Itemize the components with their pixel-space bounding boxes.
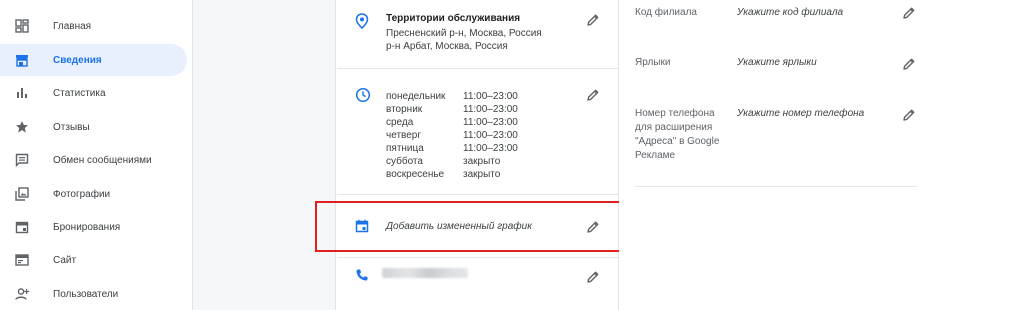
labels-label: Ярлыки — [635, 57, 671, 68]
sidebar-item-label: Главная — [53, 20, 92, 32]
hours-day: воскресенье — [386, 169, 445, 180]
sidebar-item-website[interactable]: Сайт — [0, 244, 187, 276]
sidebar-item-home[interactable]: Главная — [0, 10, 187, 42]
sidebar-item-label: Обмен сообщениями — [53, 154, 152, 166]
edit-phone-ext-button[interactable] — [902, 108, 916, 122]
sidebar-item-label: Статистика — [53, 87, 106, 99]
sidebar-item-label: Пользователи — [53, 288, 119, 300]
phone-ext-label-line: Рекламе — [635, 150, 676, 161]
sidebar: Главная Сведения Статистика Отзывы Обмен… — [0, 0, 193, 310]
hours-time: закрыто — [463, 156, 501, 167]
service-area-line: р-н Арбат, Москва, Россия — [386, 41, 508, 52]
edit-phone-button[interactable] — [586, 270, 600, 284]
hours-time: 11:00–23:00 — [463, 91, 518, 102]
edit-hours-button[interactable] — [586, 88, 600, 102]
highlight-box — [315, 201, 646, 252]
hours-day: суббота — [386, 156, 423, 167]
edit-labels-button[interactable] — [902, 57, 916, 71]
sidebar-item-reviews[interactable]: Отзывы — [0, 111, 187, 143]
branch-code-label: Код филиала — [635, 7, 697, 18]
hours-time: 11:00–23:00 — [463, 143, 518, 154]
dashboard-icon — [14, 18, 30, 34]
storefront-icon — [14, 52, 30, 68]
message-icon — [14, 152, 30, 168]
phone-icon — [355, 268, 371, 284]
service-area-title: Территории обслуживания — [386, 13, 521, 24]
hours-day: вторник — [386, 104, 423, 115]
star-icon — [14, 119, 30, 135]
phone-ext-label-line: для расширения — [635, 122, 713, 133]
location-pin-icon — [355, 13, 371, 29]
page-background — [193, 0, 335, 310]
hours-day: пятница — [386, 143, 424, 154]
photo-library-icon — [14, 186, 30, 202]
edit-service-area-button[interactable] — [586, 13, 600, 27]
phone-number-blurred — [382, 268, 468, 278]
web-icon — [14, 252, 30, 268]
sidebar-item-stats[interactable]: Статистика — [0, 77, 187, 109]
sidebar-item-label: Бронирования — [53, 221, 121, 233]
hours-day: понедельник — [386, 91, 446, 102]
calendar-icon — [14, 219, 30, 235]
divider — [337, 257, 619, 258]
sidebar-item-label: Фотографии — [53, 188, 111, 200]
phone-ext-label-line: "Адреса" в Google — [635, 136, 720, 147]
hours-day: четверг — [386, 130, 421, 141]
hours-time: 11:00–23:00 — [463, 130, 518, 141]
extra-info-panel — [619, 0, 1024, 310]
divider — [635, 186, 917, 187]
edit-branch-code-button[interactable] — [902, 6, 916, 20]
bar-chart-icon — [14, 85, 30, 101]
phone-ext-value[interactable]: Укажите номер телефона — [737, 108, 864, 119]
phone-ext-label-line: Номер телефона — [635, 108, 715, 119]
hours-time: закрыто — [463, 169, 501, 180]
sidebar-item-label: Отзывы — [53, 121, 90, 133]
divider — [337, 194, 619, 195]
hours-time: 11:00–23:00 — [463, 117, 518, 128]
service-area-line: Пресненский р-н, Москва, Россия — [386, 28, 542, 39]
sidebar-item-users[interactable]: Пользователи — [0, 278, 187, 310]
labels-value[interactable]: Укажите ярлыки — [737, 57, 817, 68]
sidebar-item-bookings[interactable]: Бронирования — [0, 211, 187, 243]
sidebar-item-label: Сведения — [53, 54, 102, 66]
person-add-icon — [14, 286, 30, 302]
hours-time: 11:00–23:00 — [463, 104, 518, 115]
sidebar-item-photos[interactable]: Фотографии — [0, 178, 187, 210]
divider — [337, 68, 619, 69]
sidebar-item-info[interactable]: Сведения — [0, 44, 187, 76]
hours-day: среда — [386, 117, 414, 128]
branch-code-value[interactable]: Укажите код филиала — [737, 7, 843, 18]
sidebar-item-messages[interactable]: Обмен сообщениями — [0, 144, 187, 176]
clock-icon — [355, 87, 371, 103]
sidebar-item-label: Сайт — [53, 254, 77, 266]
